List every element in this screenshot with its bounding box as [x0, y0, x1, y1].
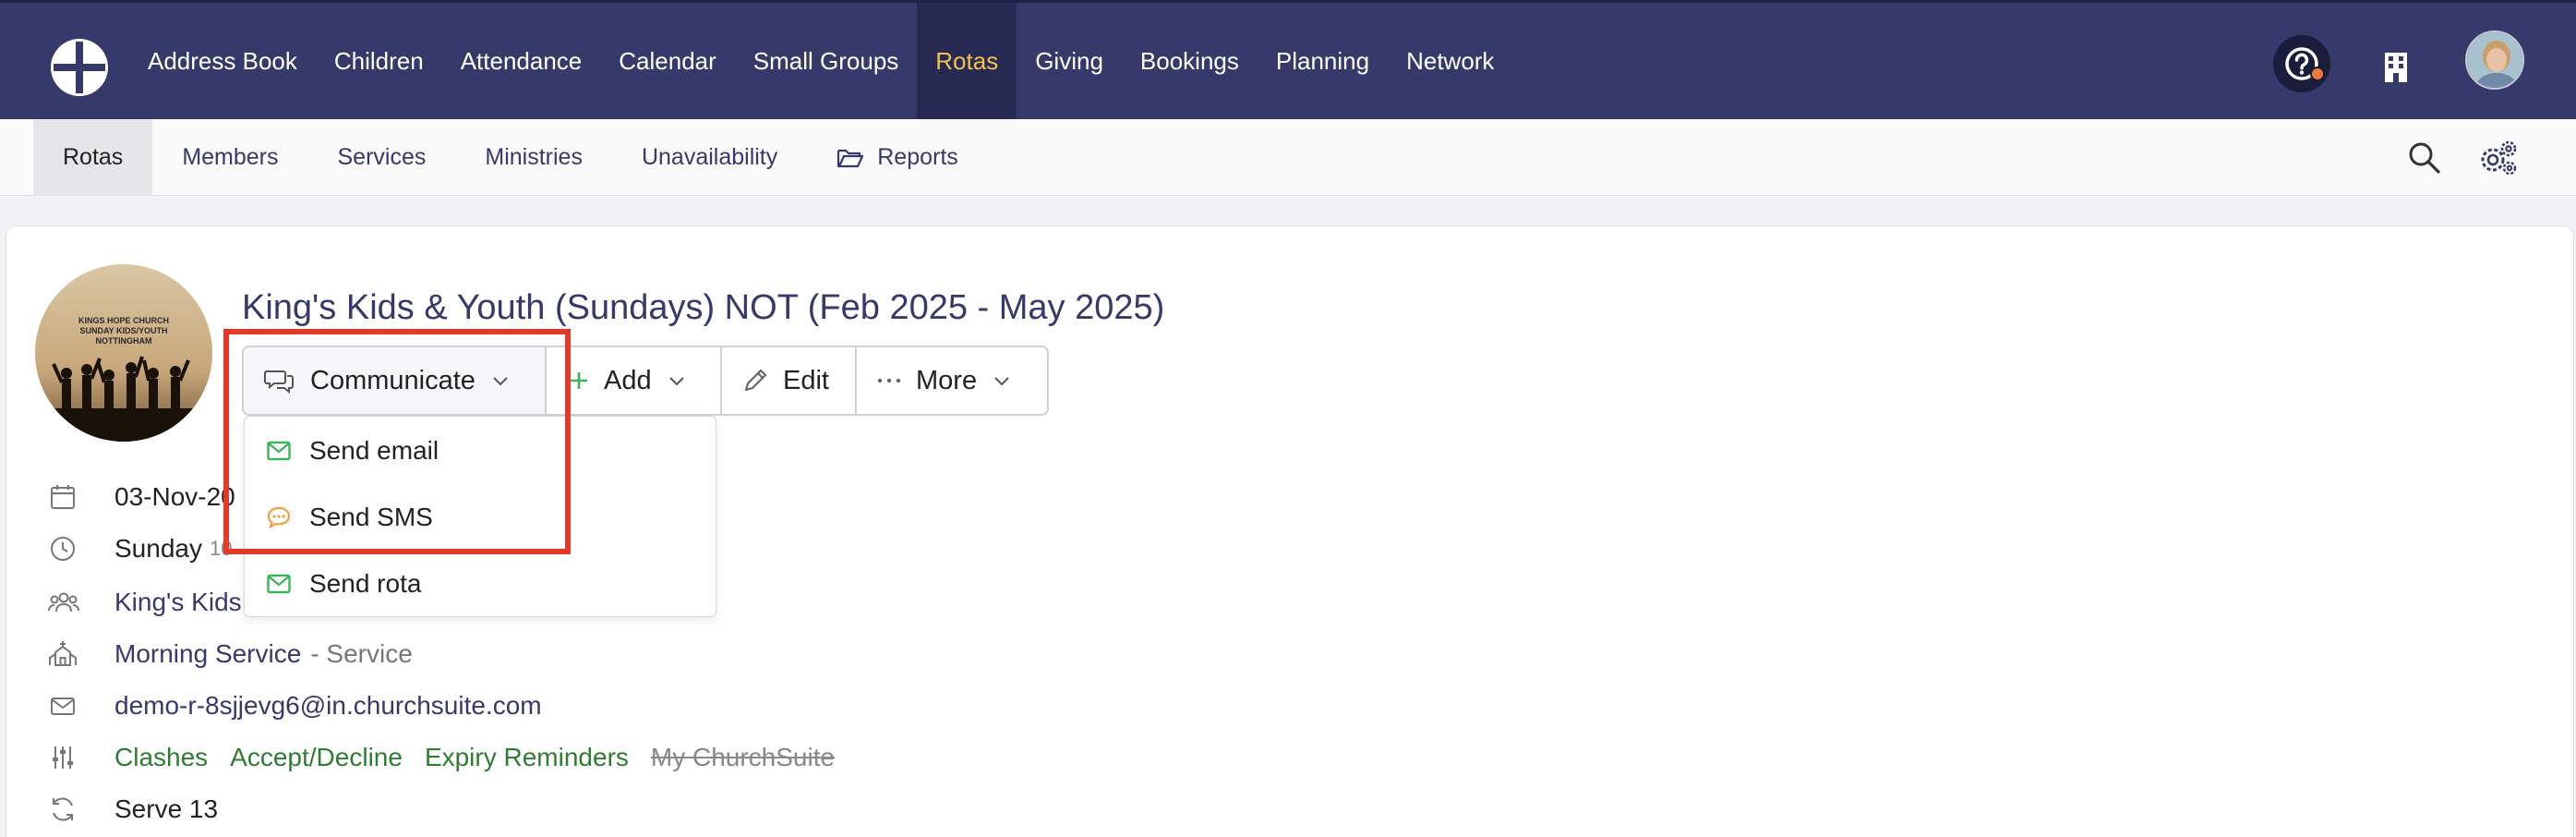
churchsuite-logo-icon[interactable] — [48, 36, 111, 99]
subnav-item-unavailability[interactable]: Unavailability — [612, 119, 807, 196]
detail-row-serve: Serve 13 — [48, 789, 218, 830]
rota-title: King's Kids & Youth (Sundays) NOT (Feb 2… — [242, 288, 1165, 327]
rota-time: 10 — [209, 537, 233, 560]
subnav-item-ministries[interactable]: Ministries — [455, 119, 612, 196]
sub-navigation-bar: Rotas Members Services Ministries Unavai… — [0, 119, 2576, 196]
service-link[interactable]: Morning Service — [114, 639, 301, 669]
nav-item-address-book[interactable]: Address Book — [129, 3, 316, 119]
pencil-icon — [742, 368, 768, 394]
building-icon — [2385, 53, 2407, 82]
serve-count: Serve 13 — [114, 795, 219, 823]
clock-icon — [48, 534, 78, 564]
service-suffix: - Service — [310, 639, 413, 668]
communicate-dropdown-menu: Send email Send SMS Send rota — [244, 416, 716, 617]
nav-item-bookings[interactable]: Bookings — [1122, 3, 1258, 119]
notification-dot — [2310, 67, 2325, 81]
option-clashes: Clashes — [114, 743, 209, 771]
more-label: More — [916, 365, 978, 395]
plus-icon — [569, 370, 589, 391]
edit-button[interactable]: Edit — [742, 347, 846, 414]
subnav-item-reports[interactable]: Reports — [807, 119, 988, 196]
church-icon — [48, 639, 78, 669]
rota-image-text-1: KINGS HOPE CHURCH — [78, 316, 169, 325]
nav-item-giving[interactable]: Giving — [1017, 3, 1122, 119]
organisation-button[interactable] — [2369, 41, 2423, 94]
nav-item-small-groups[interactable]: Small Groups — [735, 3, 918, 119]
nav-item-attendance[interactable]: Attendance — [442, 3, 601, 119]
detail-row-options: Clashes Accept/Decline Expiry Reminders … — [48, 737, 835, 778]
communicate-label: Communicate — [310, 365, 475, 395]
add-button[interactable]: Add — [560, 347, 713, 414]
chevron-down-icon — [668, 375, 685, 386]
nav-item-children[interactable]: Children — [316, 3, 442, 119]
folder-open-icon — [837, 147, 864, 169]
nav-item-calendar[interactable]: Calendar — [600, 3, 735, 119]
people-group-icon — [48, 588, 79, 617]
settings-gears-icon[interactable] — [2478, 138, 2519, 178]
subnav-reports-label: Reports — [877, 144, 958, 170]
toolbar-divider — [720, 347, 722, 414]
help-button[interactable] — [2273, 35, 2330, 92]
rota-image: KINGS HOPE CHURCH SUNDAY KIDS/YOUTH NOTT… — [35, 264, 212, 442]
rota-action-toolbar: Communicate Add Edit More — [242, 346, 1049, 416]
chat-bubbles-icon — [264, 368, 295, 394]
edit-label: Edit — [783, 365, 829, 395]
detail-row-time: Sunday 10 — [48, 528, 232, 569]
send-email-menu-item[interactable]: Send email — [245, 420, 716, 481]
send-sms-menu-item[interactable]: Send SMS — [245, 487, 716, 548]
subnav-item-rotas[interactable]: Rotas — [33, 119, 153, 196]
detail-row-date: 03-Nov-20 — [48, 477, 235, 517]
ellipsis-icon — [877, 377, 901, 384]
rota-email-link[interactable]: demo-r-8sjjevg6@in.churchsuite.com — [114, 691, 542, 721]
more-button[interactable]: More — [877, 347, 1049, 414]
communicate-button[interactable]: Communicate — [244, 347, 545, 414]
refresh-icon — [48, 795, 78, 824]
rota-image-text-3: NOTTINGHAM — [96, 336, 152, 346]
top-navigation-bar: Address Book Children Attendance Calenda… — [0, 0, 2576, 119]
nav-item-rotas[interactable]: Rotas — [917, 3, 1017, 119]
chevron-down-icon — [492, 375, 509, 386]
sms-bubble-icon — [267, 506, 291, 528]
rota-image-text-2: SUNDAY KIDS/YOUTH — [79, 326, 167, 335]
rota-date: 03-Nov-20 — [114, 482, 235, 511]
toolbar-divider — [545, 347, 547, 414]
option-expiry-reminders: Expiry Reminders — [424, 743, 629, 771]
detail-row-email: demo-r-8sjjevg6@in.churchsuite.com — [48, 685, 542, 726]
sliders-icon — [48, 743, 78, 772]
nav-item-network[interactable]: Network — [1388, 3, 1512, 119]
envelope-icon — [267, 441, 291, 461]
send-rota-menu-item[interactable]: Send rota — [245, 553, 716, 614]
send-email-label: Send email — [309, 436, 439, 465]
nav-item-planning[interactable]: Planning — [1258, 3, 1388, 119]
subnav-item-services[interactable]: Services — [308, 119, 456, 196]
send-rota-label: Send rota — [309, 569, 422, 598]
detail-row-service: Morning Service - Service — [48, 634, 413, 674]
calendar-icon — [48, 482, 78, 512]
subnav-item-members[interactable]: Members — [152, 119, 307, 196]
toolbar-divider — [855, 347, 857, 414]
chevron-down-icon — [993, 375, 1010, 386]
main-nav: Address Book Children Attendance Calenda… — [129, 3, 1512, 119]
ministry-link[interactable]: King's Kids — [114, 588, 242, 617]
envelope-icon — [267, 574, 291, 594]
option-my-churchsuite: My ChurchSuite — [650, 743, 836, 771]
envelope-icon — [48, 691, 78, 721]
add-label: Add — [604, 365, 652, 395]
search-icon[interactable] — [2406, 140, 2443, 176]
user-avatar[interactable] — [2465, 30, 2524, 90]
option-accept-decline: Accept/Decline — [230, 743, 403, 771]
rota-day: Sunday — [114, 534, 202, 563]
send-sms-label: Send SMS — [309, 503, 433, 531]
